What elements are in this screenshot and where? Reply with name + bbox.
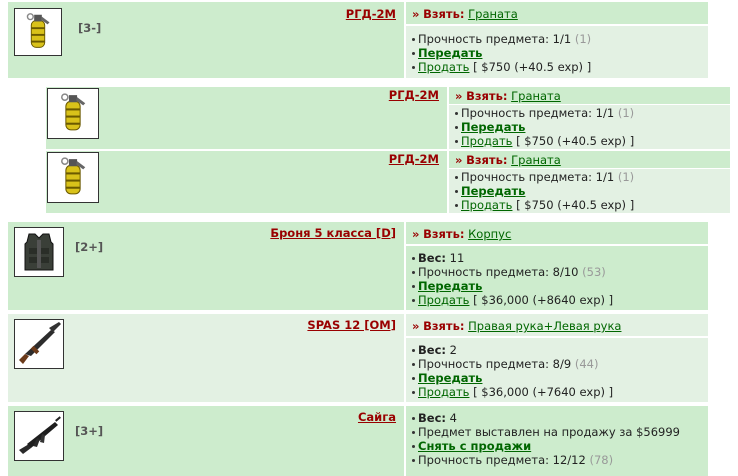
shotgun-icon[interactable] (14, 319, 64, 369)
durability-label: Прочность предмета: (418, 32, 550, 46)
item-row: [3+] Сайга Вес: 4 Предмет выставлен на п… (8, 406, 708, 476)
weight-label: Вес: (418, 251, 446, 265)
item-count: [3-] (78, 21, 102, 35)
sell-link[interactable]: Продать (461, 198, 512, 212)
sell-link[interactable]: Продать (418, 385, 469, 399)
grenade-icon[interactable] (14, 8, 62, 56)
take-label: Взять: (466, 153, 508, 167)
weight-value: 2 (449, 343, 457, 357)
listed-for-sale-text: Предмет выставлен на продажу за $56999 (418, 425, 680, 439)
sell-link[interactable]: Продать (418, 60, 469, 74)
durability-value: 1/1 (552, 32, 572, 46)
durability-label: Прочность предмета: (418, 453, 550, 467)
item-count: [3+] (75, 424, 104, 438)
take-row: » Взять: Граната (406, 2, 708, 24)
weight-value: 11 (449, 251, 465, 265)
item-details: Вес: 4 Предмет выставлен на продажу за $… (406, 406, 708, 476)
item-row: [2+] Броня 5 класса [D] » Взять: Корпус … (8, 222, 708, 310)
durability-max: (1) (617, 170, 635, 184)
durability-max: (1) (574, 32, 592, 46)
take-row: » Взять: Граната (449, 87, 730, 104)
take-label: Взять: (423, 319, 465, 333)
item-name-link[interactable]: РГД-2М (346, 7, 396, 21)
item-details: Прочность предмета: 1/1 (1) Передать Про… (449, 169, 730, 213)
durability-max: (53) (582, 265, 606, 279)
weight-value: 4 (449, 411, 457, 425)
take-slot-link[interactable]: Граната (511, 153, 561, 167)
sell-price: [ $750 (+40.5 exp) ] (473, 60, 592, 74)
take-row: » Взять: Корпус (406, 222, 708, 244)
durability-label: Прочность предмета: (461, 170, 593, 184)
item-name-link[interactable]: Броня 5 класса [D] (270, 226, 396, 240)
durability-value: 8/10 (552, 265, 579, 279)
item-name-link[interactable]: РГД-2М (389, 88, 439, 102)
durability-value: 8/9 (552, 357, 572, 371)
take-label: Взять: (423, 7, 465, 21)
item-row: [3-] РГД-2М » Взять: Граната Прочность п… (8, 2, 708, 78)
take-slot-link[interactable]: Граната (468, 7, 518, 21)
durability-value: 1/1 (595, 170, 615, 184)
take-arrow: » (412, 7, 420, 21)
sell-price: [ $36,000 (+8640 exp) ] (473, 293, 614, 307)
weight-label: Вес: (418, 343, 446, 357)
take-arrow: » (412, 227, 420, 241)
item-details: Вес: 2 Прочность предмета: 8/9 (44) Пере… (406, 338, 708, 402)
take-arrow: » (412, 319, 420, 333)
item-count: [2+] (75, 240, 104, 254)
durability-label: Прочность предмета: (418, 265, 550, 279)
take-label: Взять: (466, 89, 508, 103)
sell-link[interactable]: Продать (418, 293, 469, 307)
take-arrow: » (455, 89, 463, 103)
take-row: » Взять: Граната (449, 151, 730, 168)
rifle-icon[interactable] (14, 411, 64, 461)
durability-label: Прочность предмета: (461, 106, 593, 120)
durability-value: 12/12 (552, 453, 586, 467)
item-row-nested: РГД-2М » Взять: Граната Прочность предме… (46, 87, 730, 149)
transfer-link[interactable]: Передать (418, 279, 482, 293)
durability-max: (44) (574, 357, 599, 371)
item-row-nested: РГД-2М » Взять: Граната Прочность предме… (46, 151, 730, 213)
sell-price: [ $750 (+40.5 exp) ] (516, 134, 635, 148)
sell-link[interactable]: Продать (461, 134, 512, 148)
take-label: Взять: (423, 227, 465, 241)
take-slot-link[interactable]: Граната (511, 89, 561, 103)
item-name-link[interactable]: Сайга (358, 410, 396, 424)
transfer-link[interactable]: Передать (418, 46, 482, 60)
take-row: » Взять: Правая рука+Левая рука (406, 314, 708, 336)
grenade-icon[interactable] (47, 152, 99, 203)
take-arrow: » (455, 153, 463, 167)
durability-max: (1) (617, 106, 635, 120)
transfer-link[interactable]: Передать (461, 184, 525, 198)
item-name-link[interactable]: SPAS 12 [OM] (307, 318, 396, 332)
durability-value: 1/1 (595, 106, 615, 120)
item-details: Прочность предмета: 1/1 (1) Передать Про… (449, 105, 730, 149)
take-slot-link[interactable]: Правая рука+Левая рука (468, 319, 621, 333)
item-row: SPAS 12 [OM] » Взять: Правая рука+Левая … (8, 314, 708, 402)
item-details: Прочность предмета: 1/1 (1) Передать Про… (406, 26, 708, 78)
transfer-link[interactable]: Передать (418, 371, 482, 385)
take-slot-link[interactable]: Корпус (468, 227, 511, 241)
durability-max: (78) (589, 453, 614, 467)
weight-label: Вес: (418, 411, 446, 425)
sell-price: [ $36,000 (+7640 exp) ] (473, 385, 614, 399)
durability-label: Прочность предмета: (418, 357, 550, 371)
item-details: Вес: 11 Прочность предмета: 8/10 (53) Пе… (406, 246, 708, 310)
unlist-link[interactable]: Снять с продажи (418, 439, 531, 453)
body-armor-icon[interactable] (14, 227, 64, 277)
grenade-icon[interactable] (47, 88, 99, 139)
item-name-link[interactable]: РГД-2М (389, 152, 439, 166)
transfer-link[interactable]: Передать (461, 120, 525, 134)
sell-price: [ $750 (+40.5 exp) ] (516, 198, 635, 212)
